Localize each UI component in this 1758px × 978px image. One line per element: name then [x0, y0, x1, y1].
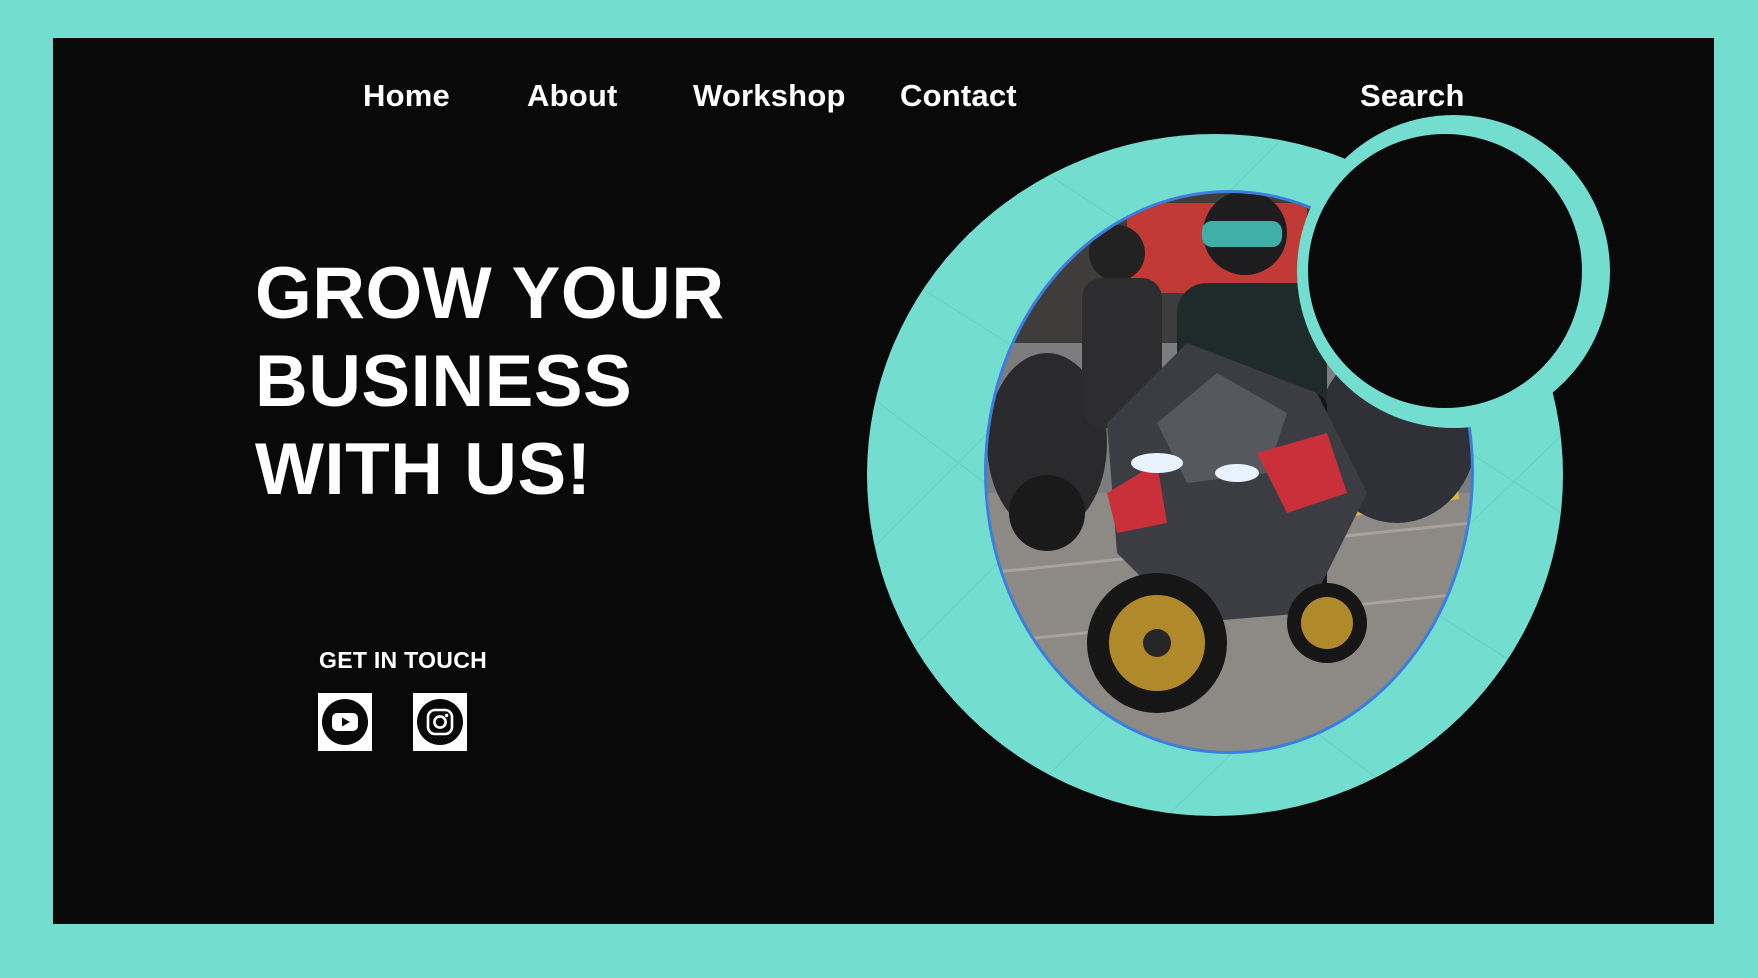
- instagram-icon: [417, 699, 463, 745]
- instagram-button[interactable]: [413, 693, 467, 751]
- nav-home-link[interactable]: Home: [363, 78, 450, 114]
- youtube-icon: [322, 699, 368, 745]
- hero-headline-line-1: GROW YOUR: [255, 253, 725, 334]
- small-accent-circle: [1308, 134, 1582, 408]
- hero-headline-line-3: WITH US!: [255, 429, 592, 510]
- nav-workshop-link[interactable]: Workshop: [693, 78, 846, 114]
- get-in-touch-label: GET IN TOUCH: [319, 647, 488, 673]
- hero-headline: GROW YOUR BUSINESS WITH US!: [255, 250, 725, 514]
- youtube-button[interactable]: [318, 693, 372, 751]
- nav-about-link[interactable]: About: [527, 78, 618, 114]
- nav-search-link[interactable]: Search: [1360, 78, 1465, 114]
- nav-contact-link[interactable]: Contact: [900, 78, 1017, 114]
- hero-headline-line-2: BUSINESS: [255, 341, 633, 422]
